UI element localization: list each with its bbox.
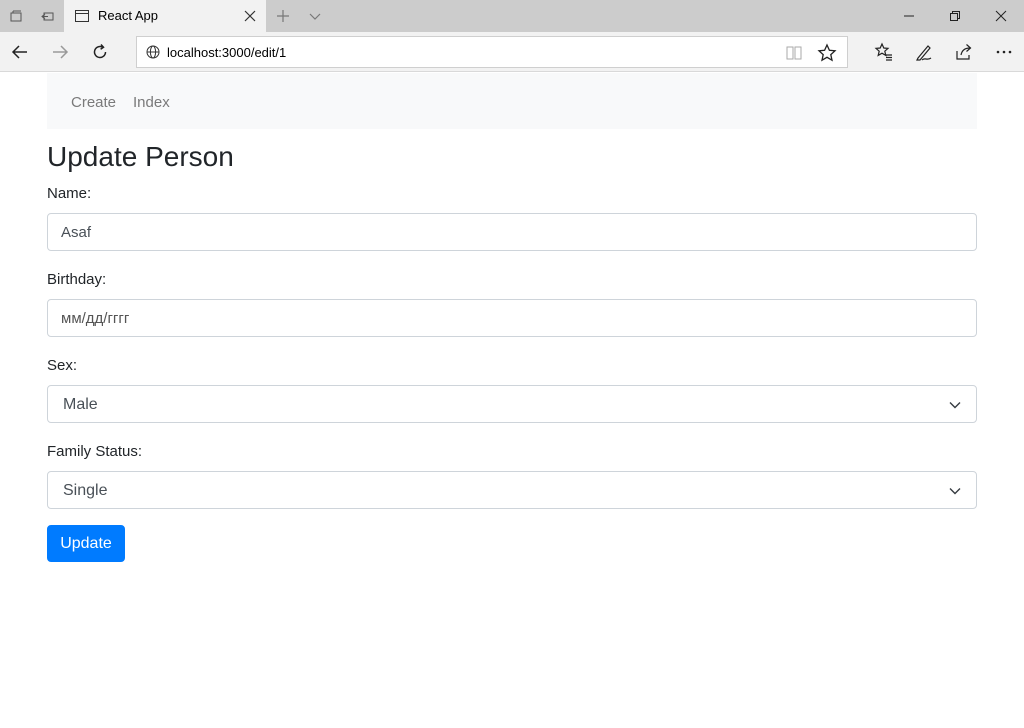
plus-icon[interactable]	[267, 0, 299, 32]
birthday-placeholder: мм/дд/гггг	[61, 309, 130, 327]
address-url[interactable]: localhost:3000/edit/1	[167, 45, 286, 60]
nav-link-index[interactable]: Index	[133, 94, 170, 111]
close-icon[interactable]	[236, 0, 264, 32]
chevron-down-icon[interactable]	[299, 0, 331, 32]
tab-title: React App	[98, 8, 158, 23]
family-status-select[interactable]: Single	[47, 471, 977, 509]
pen-icon[interactable]	[904, 32, 944, 72]
chevron-down-icon	[949, 488, 961, 495]
minimize-icon[interactable]	[886, 0, 932, 32]
birthday-label: Birthday:	[47, 271, 107, 288]
name-label: Name:	[47, 185, 92, 202]
sex-select[interactable]: Male	[47, 385, 977, 423]
update-button[interactable]: Update	[47, 525, 125, 562]
restore-icon[interactable]	[932, 0, 978, 32]
refresh-icon[interactable]	[80, 32, 120, 72]
globe-icon	[146, 45, 160, 59]
set-aside-tabs-icon[interactable]	[32, 0, 64, 32]
more-icon[interactable]	[984, 32, 1024, 72]
site-navbar: Create Index	[47, 73, 977, 129]
address-bar[interactable]: localhost:3000/edit/1	[136, 36, 848, 68]
back-arrow-icon[interactable]	[0, 32, 40, 72]
birthday-input[interactable]: мм/дд/гггг	[47, 299, 977, 337]
forward-arrow-icon[interactable]	[40, 32, 80, 72]
star-icon[interactable]	[817, 43, 837, 63]
sex-selected-value: Male	[63, 396, 98, 413]
page-icon	[75, 10, 89, 22]
tab-strip: React App	[0, 0, 1024, 32]
favorites-list-icon[interactable]	[864, 32, 904, 72]
chevron-down-icon	[949, 402, 961, 409]
reading-view-icon[interactable]	[785, 44, 803, 62]
name-input[interactable]	[47, 213, 977, 251]
browser-toolbar: localhost:3000/edit/1	[0, 32, 1024, 72]
tab-react-app[interactable]: React App	[64, 0, 266, 32]
page-title: Update Person	[47, 141, 234, 172]
family-status-selected-value: Single	[63, 482, 108, 499]
window-close-icon[interactable]	[978, 0, 1024, 32]
tabs-aside-icon[interactable]	[0, 0, 32, 32]
nav-link-create[interactable]: Create	[71, 94, 116, 111]
sex-label: Sex:	[47, 357, 78, 374]
family-status-label: Family Status:	[47, 443, 143, 460]
share-icon[interactable]	[944, 32, 984, 72]
